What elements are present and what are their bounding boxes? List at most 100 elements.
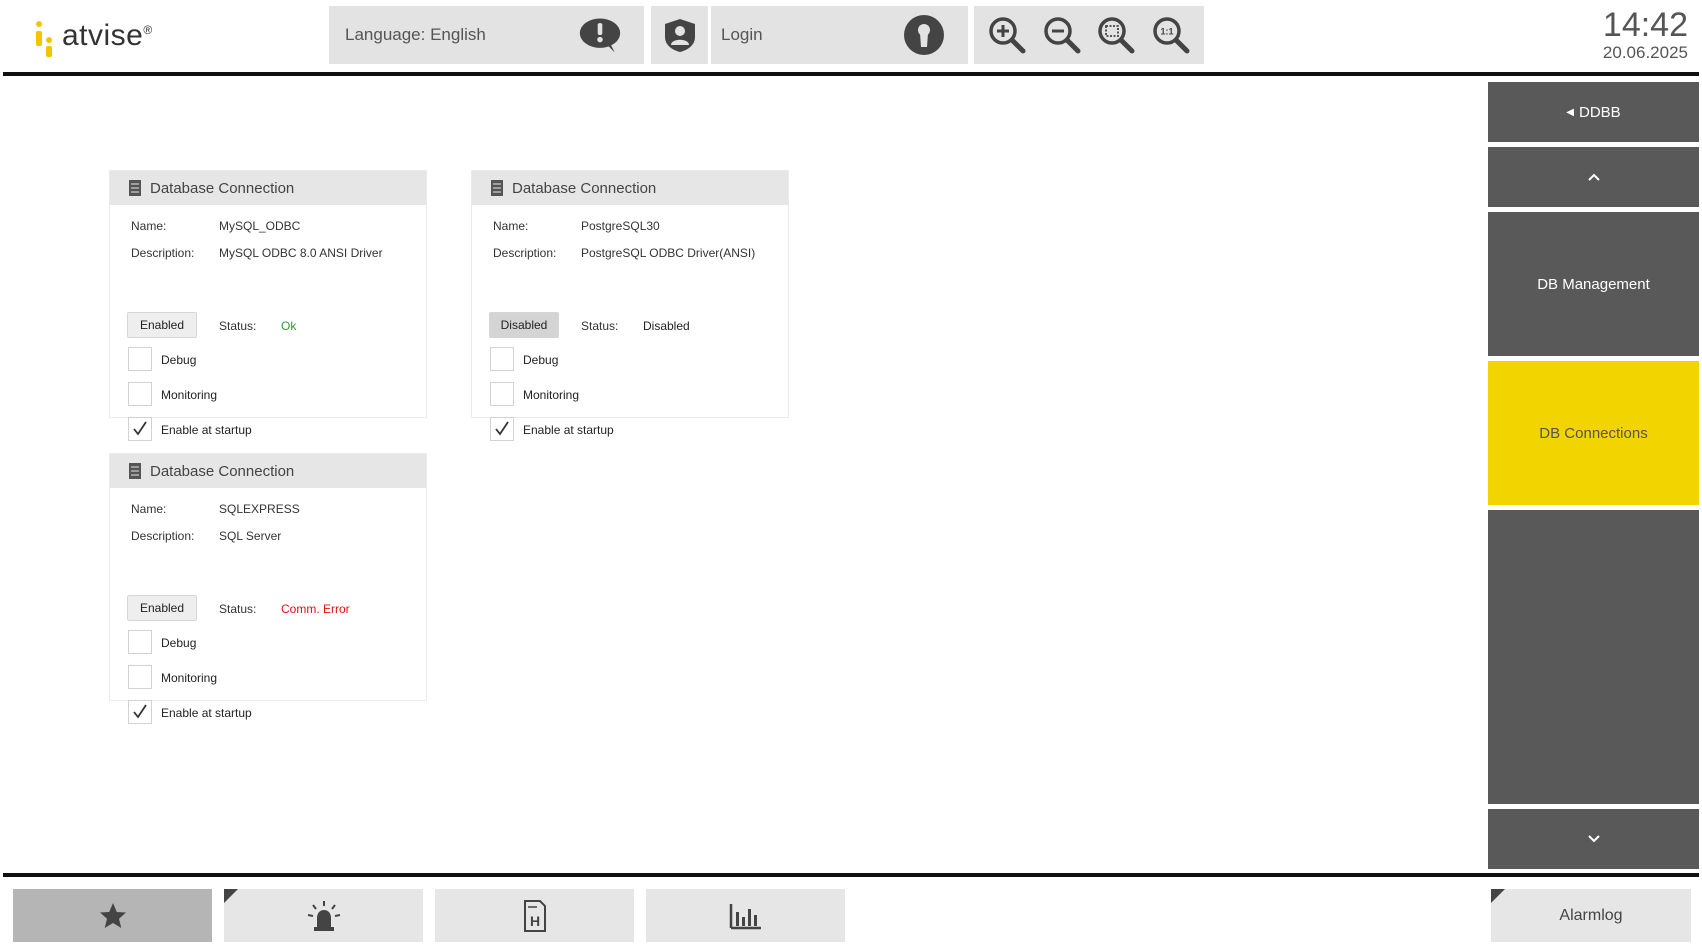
- description-value: SQL Server: [219, 529, 282, 543]
- alarmlog-button[interactable]: Alarmlog: [1491, 889, 1691, 942]
- alarm-light-icon: [307, 900, 340, 931]
- name-label: Name:: [131, 502, 167, 516]
- zoom-in-icon[interactable]: [984, 12, 1030, 58]
- footer-divider: [3, 873, 1699, 877]
- status-label: Status:: [219, 319, 257, 333]
- description-value: PostgreSQL ODBC Driver(ANSI): [581, 246, 756, 260]
- card-header: Database Connection: [110, 171, 426, 205]
- language-label: Language: English: [345, 25, 486, 44]
- debug-label: Debug: [523, 353, 559, 367]
- description-label: Description:: [131, 246, 195, 260]
- header-divider: [3, 72, 1699, 76]
- nav-db-connections-label: DB Connections: [1539, 424, 1648, 442]
- debug-checkbox[interactable]: [128, 630, 152, 654]
- checkmark-icon: [495, 421, 509, 436]
- user-button[interactable]: [651, 6, 708, 64]
- favorites-button[interactable]: [13, 889, 212, 942]
- enable-at-startup-label: Enable at startup: [523, 423, 614, 437]
- star-icon: [99, 902, 126, 928]
- enable-at-startup-label: Enable at startup: [161, 423, 252, 437]
- zoom-fit-icon[interactable]: [1093, 12, 1139, 58]
- nav-back-ddbb-button[interactable]: ◀ DDBB: [1488, 82, 1699, 142]
- chevron-up-icon: [1587, 173, 1600, 181]
- enable-toggle-button[interactable]: Enabled: [127, 595, 197, 621]
- db-connection-card-sqlexpress: Database Connection Name: SQLEXPRESS Des…: [109, 453, 427, 724]
- nav-empty-slot[interactable]: [1488, 510, 1699, 804]
- monitoring-checkbox[interactable]: [128, 665, 152, 689]
- debug-checkbox[interactable]: [128, 347, 152, 371]
- bar-chart-icon: [729, 903, 761, 929]
- monitoring-checkbox[interactable]: [490, 382, 514, 406]
- description-value: MySQL ODBC 8.0 ANSI Driver: [219, 246, 383, 260]
- checkmark-icon: [133, 704, 147, 719]
- nav-db-management-label: DB Management: [1537, 275, 1650, 293]
- status-value: Comm. Error: [281, 602, 350, 616]
- nav-db-management[interactable]: DB Management: [1488, 212, 1699, 356]
- description-label: Description:: [131, 529, 195, 543]
- card-title: Database Connection: [512, 179, 657, 197]
- reports-button[interactable]: H: [435, 889, 634, 942]
- chevron-down-icon: [1587, 835, 1600, 843]
- zoom-reset-icon[interactable]: 1:1: [1148, 12, 1194, 58]
- db-connection-card-postgresql: Database Connection Name: PostgreSQL30 D…: [471, 170, 789, 441]
- status-value: Ok: [281, 319, 297, 333]
- description-label: Description:: [493, 246, 557, 260]
- database-icon: [129, 180, 141, 196]
- enable-toggle-button[interactable]: Enabled: [127, 312, 197, 338]
- nav-scroll-up-button[interactable]: [1488, 147, 1699, 207]
- monitoring-label: Monitoring: [523, 388, 580, 402]
- logo-text: atvise®: [62, 19, 153, 52]
- enable-at-startup-checkbox[interactable]: [128, 700, 152, 724]
- caret-left-icon: ◀: [1566, 106, 1574, 118]
- name-value: PostgreSQL30: [581, 219, 660, 233]
- enable-at-startup-checkbox[interactable]: [490, 417, 514, 441]
- corner-marker: [1491, 889, 1505, 903]
- debug-label: Debug: [161, 636, 197, 650]
- monitoring-checkbox[interactable]: [128, 382, 152, 406]
- db-connection-card-mysql: Database Connection Name: MySQL_ODBC Des…: [109, 170, 427, 441]
- name-label: Name:: [131, 219, 167, 233]
- document-h-icon: H: [523, 899, 546, 932]
- card-title: Database Connection: [150, 462, 295, 480]
- zoom-reset-label: 1:1: [1160, 27, 1173, 37]
- name-label: Name:: [493, 219, 529, 233]
- enable-at-startup-checkbox[interactable]: [128, 417, 152, 441]
- logo-mark-icon: [34, 15, 56, 57]
- zoom-toolbar: 1:1: [974, 6, 1204, 64]
- enable-toggle-button[interactable]: Disabled: [489, 312, 559, 338]
- alarms-button[interactable]: [224, 889, 423, 942]
- atvise-logo: atvise®: [34, 14, 153, 58]
- name-value: MySQL_ODBC: [219, 219, 301, 233]
- status-label: Status:: [581, 319, 619, 333]
- enable-at-startup-label: Enable at startup: [161, 706, 252, 720]
- nav-scroll-down-button[interactable]: [1488, 809, 1699, 869]
- status-label: Status:: [219, 602, 257, 616]
- nav-back-label: DDBB: [1579, 103, 1621, 121]
- monitoring-label: Monitoring: [161, 671, 218, 685]
- checkmark-icon: [133, 421, 147, 436]
- trends-button[interactable]: [646, 889, 845, 942]
- keyhole-icon: [902, 13, 946, 57]
- user-shield-icon: [664, 19, 695, 52]
- name-value: SQLEXPRESS: [219, 502, 300, 516]
- language-info-icon[interactable]: [578, 13, 622, 57]
- debug-label: Debug: [161, 353, 197, 367]
- monitoring-label: Monitoring: [161, 388, 218, 402]
- debug-checkbox[interactable]: [490, 347, 514, 371]
- alarmlog-label: Alarmlog: [1559, 906, 1623, 924]
- login-button[interactable]: Login: [711, 6, 968, 64]
- database-icon: [491, 180, 503, 196]
- clock: 14:42 20.06.2025: [1603, 6, 1688, 62]
- status-value: Disabled: [643, 319, 690, 333]
- card-header: Database Connection: [110, 454, 426, 488]
- nav-db-connections[interactable]: DB Connections: [1488, 361, 1699, 505]
- database-icon: [129, 463, 141, 479]
- clock-time: 14:42: [1602, 6, 1688, 44]
- card-header: Database Connection: [472, 171, 788, 205]
- zoom-out-icon[interactable]: [1039, 12, 1085, 58]
- corner-marker: [224, 889, 238, 903]
- login-label: Login: [721, 25, 763, 44]
- document-h-label: H: [529, 913, 539, 929]
- language-selector[interactable]: Language: English: [329, 6, 644, 64]
- clock-date: 20.06.2025: [1602, 43, 1688, 62]
